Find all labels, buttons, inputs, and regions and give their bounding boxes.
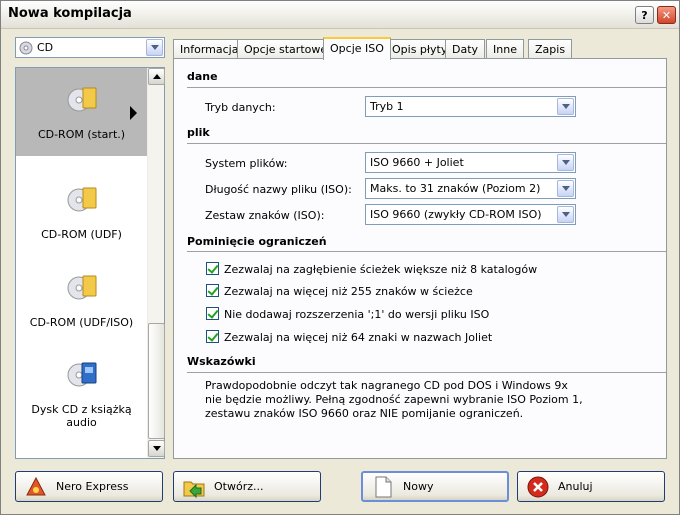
file-name-length-label: Długość nazwy pliku (ISO): bbox=[205, 183, 352, 196]
cd-folder-icon bbox=[67, 187, 97, 212]
tab-informacja[interactable]: Informacja bbox=[173, 39, 246, 59]
cd-folder-icon bbox=[67, 87, 97, 112]
window-title: Nowa kompilacja bbox=[8, 6, 132, 21]
open-button[interactable]: Otwórz... bbox=[173, 471, 321, 502]
nero-express-button[interactable]: Nero Express bbox=[15, 471, 163, 502]
iso-options-panel: dane Tryb danych: Tryb 1 plik System pli… bbox=[173, 58, 667, 459]
file-system-select[interactable]: ISO 9660 + Joliet bbox=[365, 152, 576, 173]
new-document-icon bbox=[375, 476, 392, 497]
separator bbox=[187, 143, 666, 144]
section-data-heading: dane bbox=[187, 70, 218, 83]
scroll-down-button[interactable] bbox=[148, 440, 165, 457]
selection-arrow-icon bbox=[130, 106, 137, 120]
list-item-cdrom-udf[interactable]: CD-ROM (UDF) bbox=[16, 168, 147, 256]
list-item-cdrom-boot[interactable]: CD-ROM (start.) bbox=[16, 68, 147, 156]
scroll-thumb[interactable] bbox=[148, 323, 165, 439]
charset-select[interactable]: ISO 9660 (zwykły CD-ROM ISO) bbox=[365, 204, 576, 225]
checkbox-checked-icon[interactable] bbox=[206, 262, 219, 275]
open-folder-icon bbox=[183, 481, 205, 498]
disc-type-select[interactable]: CD bbox=[15, 37, 165, 58]
data-mode-label: Tryb danych: bbox=[205, 101, 276, 114]
separator bbox=[187, 251, 666, 252]
separator bbox=[187, 372, 666, 373]
section-restrictions-heading: Pominięcie ograniczeń bbox=[187, 235, 327, 248]
tab-opis-plyty[interactable]: Opis płyty bbox=[385, 39, 455, 59]
checkbox-no-version-suffix[interactable]: Nie dodawaj rozszerzenia ';1' do wersji … bbox=[206, 307, 489, 321]
checkbox-checked-icon[interactable] bbox=[206, 330, 219, 343]
compilation-type-list[interactable]: CD-ROM (start.) CD-ROM (UDF) CD-ROM (UDF… bbox=[15, 67, 165, 459]
chevron-down-icon[interactable] bbox=[557, 98, 574, 115]
checkbox-long-paths[interactable]: Zezwalaj na więcej niż 255 znaków w ście… bbox=[206, 284, 473, 298]
tab-zapis[interactable]: Zapis bbox=[528, 39, 573, 59]
list-scrollbar[interactable] bbox=[147, 68, 165, 458]
list-item-cd-audiobook[interactable]: Dysk CD z książką audio bbox=[16, 343, 147, 431]
nero-express-icon bbox=[26, 476, 46, 495]
section-hints-heading: Wskazówki bbox=[187, 355, 256, 368]
chevron-down-icon[interactable] bbox=[146, 39, 163, 56]
dialog-window: Nowa kompilacja ? ✕ CD CD-ROM (start.) C… bbox=[0, 0, 680, 515]
file-system-label: System plików: bbox=[205, 157, 288, 170]
chevron-down-icon[interactable] bbox=[557, 154, 574, 171]
separator bbox=[187, 87, 666, 88]
scroll-up-button[interactable] bbox=[148, 68, 165, 85]
checkbox-checked-icon[interactable] bbox=[206, 284, 219, 297]
cancel-button[interactable]: Anuluj bbox=[517, 471, 665, 502]
title-bar: Nowa kompilacja ? ✕ bbox=[1, 1, 679, 29]
disc-type-value: CD bbox=[37, 41, 54, 54]
tab-opcje-iso[interactable]: Opcje ISO bbox=[323, 37, 391, 60]
audiobook-icon bbox=[67, 362, 97, 387]
file-name-length-select[interactable]: Maks. to 31 znaków (Poziom 2) bbox=[365, 178, 576, 199]
data-mode-select[interactable]: Tryb 1 bbox=[365, 96, 576, 117]
cancel-icon bbox=[527, 476, 549, 497]
hint-text: Prawdopodobnie odczyt tak nagranego CD p… bbox=[205, 379, 583, 420]
tab-inne[interactable]: Inne bbox=[486, 39, 524, 59]
chevron-down-icon[interactable] bbox=[557, 180, 574, 197]
checkbox-deep-paths[interactable]: Zezwalaj na zagłębienie ścieżek większe … bbox=[206, 262, 537, 276]
charset-label: Zestaw znaków (ISO): bbox=[205, 209, 325, 222]
tab-opcje-startowe[interactable]: Opcje startowe bbox=[237, 39, 335, 59]
cd-folder-icon bbox=[67, 275, 97, 300]
section-file-heading: plik bbox=[187, 126, 210, 139]
new-button[interactable]: Nowy bbox=[361, 471, 509, 502]
checkbox-long-joliet-names[interactable]: Zezwalaj na więcej niż 64 znaki w nazwac… bbox=[206, 330, 492, 344]
list-item-cdrom-udf-iso[interactable]: CD-ROM (UDF/ISO) bbox=[16, 256, 147, 344]
checkbox-checked-icon[interactable] bbox=[206, 307, 219, 320]
tab-daty[interactable]: Daty bbox=[445, 39, 486, 59]
close-button[interactable]: ✕ bbox=[657, 6, 676, 24]
cd-icon bbox=[19, 41, 33, 55]
chevron-down-icon[interactable] bbox=[557, 206, 574, 223]
help-button[interactable]: ? bbox=[635, 6, 654, 24]
